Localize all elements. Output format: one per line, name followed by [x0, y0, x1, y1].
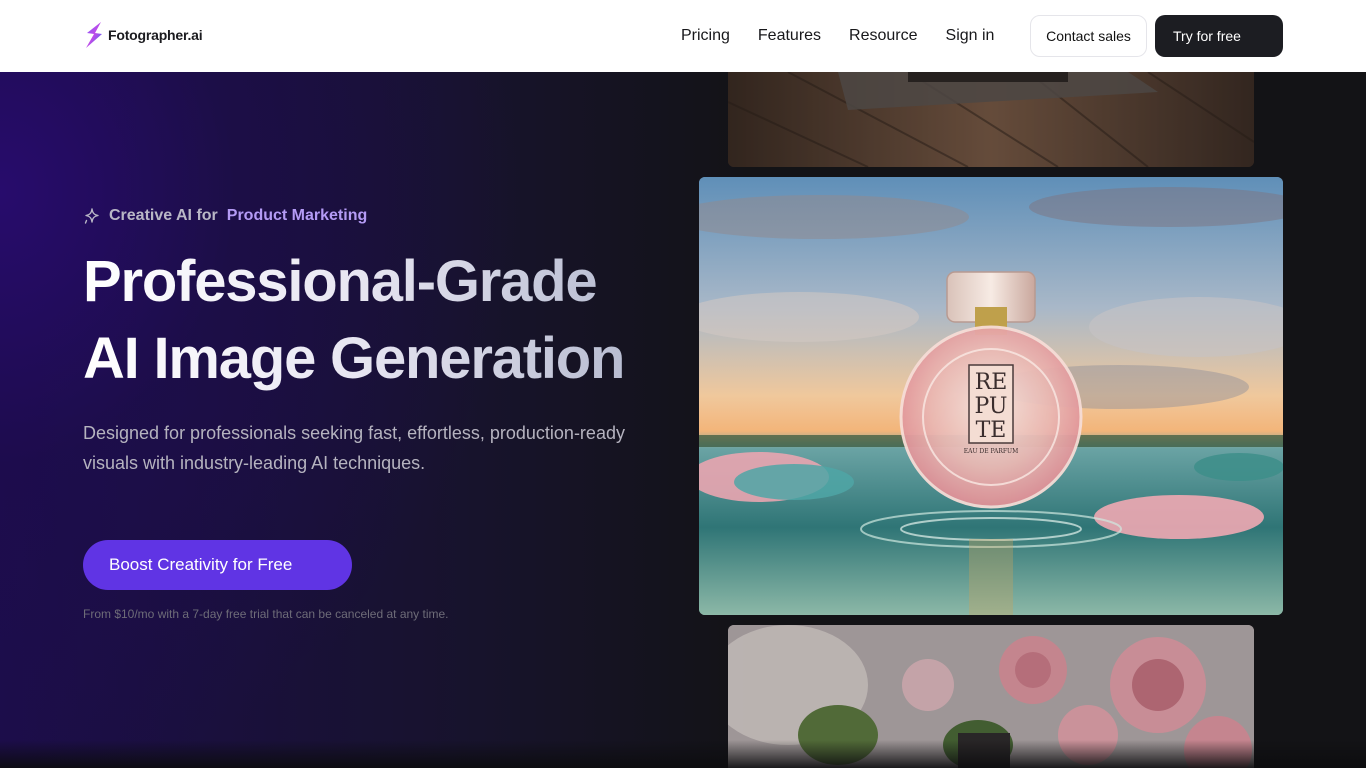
interior-scene: [728, 72, 1254, 167]
eyebrow-text: Creative AI for: [109, 207, 218, 224]
nav-links: Pricing Features Resource Sign in: [681, 0, 994, 72]
hero-eyebrow: Creative AI for Product Marketing: [83, 207, 367, 225]
nav-link-resource[interactable]: Resource: [849, 27, 917, 45]
perfume-scene: RE PU TE EAU DE PARFUM: [699, 177, 1283, 615]
svg-text:PU: PU: [975, 394, 1008, 419]
sparkle-icon: [84, 208, 99, 224]
logo[interactable]: Fotographer.ai: [83, 21, 203, 49]
svg-text:EAU DE PARFUM: EAU DE PARFUM: [964, 448, 1018, 455]
top-navigation: Fotographer.ai Pricing Features Resource…: [0, 0, 1366, 72]
hero-subtext: Designed for professionals seeking fast,…: [83, 423, 625, 473]
hero-bottom-fade: [0, 740, 1366, 768]
logo-text: Fotographer.ai: [108, 27, 203, 43]
hero-headline: Professional-Grade AI Image Generation: [83, 243, 683, 397]
nav-link-pricing[interactable]: Pricing: [681, 27, 730, 45]
nav-link-features[interactable]: Features: [758, 27, 821, 45]
try-for-free-button[interactable]: Try for free: [1155, 15, 1283, 57]
svg-text:TE: TE: [976, 418, 1007, 443]
boost-creativity-button[interactable]: Boost Creativity for Free: [83, 540, 352, 590]
eyebrow-accent-text: Product Marketing: [226, 207, 368, 224]
headline-line-2: AI Image Generation: [83, 326, 625, 391]
headline-line-1: Professional-Grade: [83, 249, 597, 314]
logo-icon: [86, 22, 102, 48]
nav-link-sign-in[interactable]: Sign in: [946, 27, 995, 45]
showcase-image-interior: [728, 72, 1254, 167]
svg-text:RE: RE: [975, 370, 1008, 395]
showcase-image-perfume: RE PU TE EAU DE PARFUM: [699, 177, 1283, 615]
contact-sales-button[interactable]: Contact sales: [1030, 15, 1147, 57]
pricing-fineprint: From $10/mo with a 7-day free trial that…: [83, 607, 449, 621]
